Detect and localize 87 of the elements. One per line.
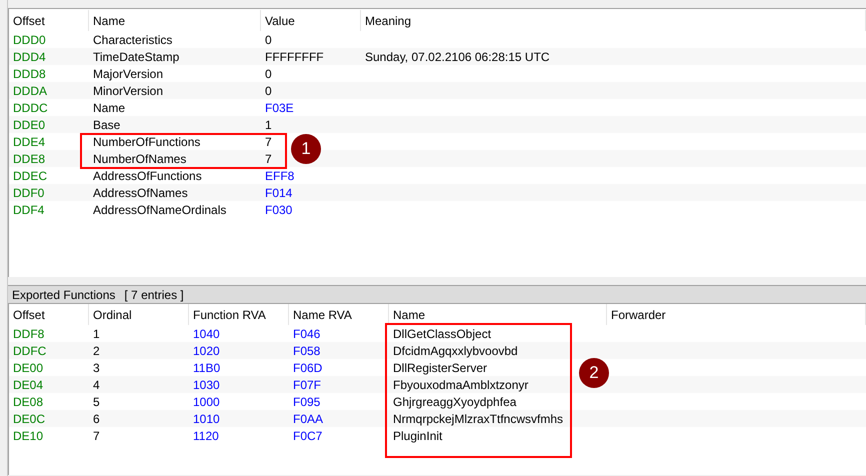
table-cell: 1010 <box>193 412 220 426</box>
table-cell: AddressOfNames <box>93 186 188 200</box>
table-row[interactable]: DDDA MinorVersion 0 <box>9 82 866 99</box>
table-cell: DDE8 <box>13 152 46 166</box>
table-cell: EFF8 <box>265 168 294 182</box>
table-cell: AddressOfNameOrdinals <box>93 202 226 216</box>
table-cell: Base <box>93 118 120 132</box>
table-cell: FFFFFFFF <box>265 50 324 64</box>
table-cell: 0 <box>265 32 272 46</box>
table-cell: MajorVersion <box>93 66 164 80</box>
table-cell: 3 <box>93 360 100 374</box>
table-cell: DDEC <box>13 168 48 182</box>
table-row[interactable]: DDF0 AddressOfNames F014 <box>9 184 866 201</box>
table-cell: Characteristics <box>93 32 172 46</box>
table-cell: DE08 <box>13 394 44 408</box>
table-row[interactable]: DDFC 2 1020 F058 DfcidmAgqxxlybvoovbd <box>9 342 866 359</box>
column-header[interactable]: Name <box>93 12 126 30</box>
table-cell: DDD4 <box>13 50 46 64</box>
table-cell: F0C7 <box>293 428 322 442</box>
table-cell: FbyouxodmaAmblxtzonyr <box>393 378 528 392</box>
table-cell: F046 <box>293 326 320 340</box>
column-header[interactable]: Offset <box>13 12 45 30</box>
table-cell: 1040 <box>193 326 220 340</box>
table-cell: DfcidmAgqxxlybvoovbd <box>393 344 518 358</box>
table-cell: F07F <box>293 378 322 392</box>
table-cell: 5 <box>93 394 100 408</box>
column-header[interactable]: Forwarder <box>611 306 666 324</box>
table-cell: GhjrgreaggXyoydphfea <box>393 394 516 408</box>
table-cell: DDE0 <box>13 118 46 132</box>
column-header[interactable]: Meaning <box>365 12 412 30</box>
table-cell: 2 <box>93 344 100 358</box>
table-cell: F014 <box>265 186 292 200</box>
table-cell: DE10 <box>13 428 44 442</box>
table-cell: DE04 <box>13 378 44 392</box>
table-cell: 0 <box>265 84 272 98</box>
column-header[interactable]: Name <box>393 306 426 324</box>
table-cell: PluginInit <box>393 428 442 442</box>
table-cell: MinorVersion <box>93 84 164 98</box>
table-cell: F06D <box>293 360 322 374</box>
section-title: Exported Functions <box>12 286 116 304</box>
table-cell: F0AA <box>293 412 324 426</box>
table-cell: NumberOfFunctions <box>93 134 200 148</box>
table-cell: DDDA <box>13 84 48 98</box>
table-cell: DDF8 <box>13 326 44 340</box>
table-cell: DDFC <box>13 344 46 358</box>
entry-count: [ 7 entries ] <box>124 286 184 304</box>
table-cell: 1020 <box>193 344 220 358</box>
table-cell: DllGetClassObject <box>393 326 492 340</box>
table-cell: F058 <box>293 344 320 358</box>
table-row[interactable]: DE0C 6 1010 F0AA NrmqrpckejMlzraxTtfncwsvfmhs <box>9 410 866 427</box>
table-cell: F030 <box>265 202 292 216</box>
table-cell: 7 <box>93 428 100 442</box>
table-cell: 7 <box>265 152 272 166</box>
table-cell: DE0C <box>13 412 46 426</box>
table-cell: 1000 <box>193 394 220 408</box>
table-cell: TimeDateStamp <box>93 50 180 64</box>
column-header[interactable]: Value <box>265 12 295 30</box>
column-header[interactable]: Name RVA <box>293 306 352 324</box>
table-cell: 4 <box>93 378 100 392</box>
table-cell: DDF4 <box>13 202 44 216</box>
table-cell: F095 <box>293 394 320 408</box>
table-cell: 1 <box>93 326 100 340</box>
table-cell: 1 <box>265 118 272 132</box>
table-cell: 11B0 <box>193 360 220 374</box>
table-cell: 1120 <box>193 428 219 442</box>
table-cell: 0 <box>265 66 272 80</box>
table-cell: DDE4 <box>13 134 46 148</box>
table-cell: 1030 <box>193 378 220 392</box>
table-cell: DDF0 <box>13 186 44 200</box>
table-cell: Name <box>93 100 126 114</box>
table-cell: 7 <box>265 134 272 148</box>
table-cell: Sunday, 07.02.2106 06:28:15 UTC <box>365 50 550 64</box>
table-row[interactable]: DDD4 TimeDateStamp FFFFFFFF Sunday, 07.02.2106 06:28:15 UTC <box>9 48 866 65</box>
table-cell: NrmqrpckejMlzraxTtfncwsvfmhs <box>393 412 564 426</box>
table-cell: DDD0 <box>13 32 46 46</box>
column-header[interactable]: Ordinal <box>93 306 132 324</box>
table-cell: DDDC <box>13 100 48 114</box>
column-header[interactable]: Function RVA <box>193 306 266 324</box>
table-cell: 6 <box>93 412 100 426</box>
table-cell: DE00 <box>13 360 44 374</box>
table-row[interactable]: DDE0 Base 1 <box>9 116 866 133</box>
table-cell: F03E <box>265 100 294 114</box>
table-cell: AddressOfFunctions <box>93 168 202 182</box>
table-cell: DllRegisterServer <box>393 360 488 374</box>
table-cell: DDD8 <box>13 66 46 80</box>
column-header[interactable]: Offset <box>13 306 45 324</box>
table-cell: NumberOfNames <box>93 152 186 166</box>
